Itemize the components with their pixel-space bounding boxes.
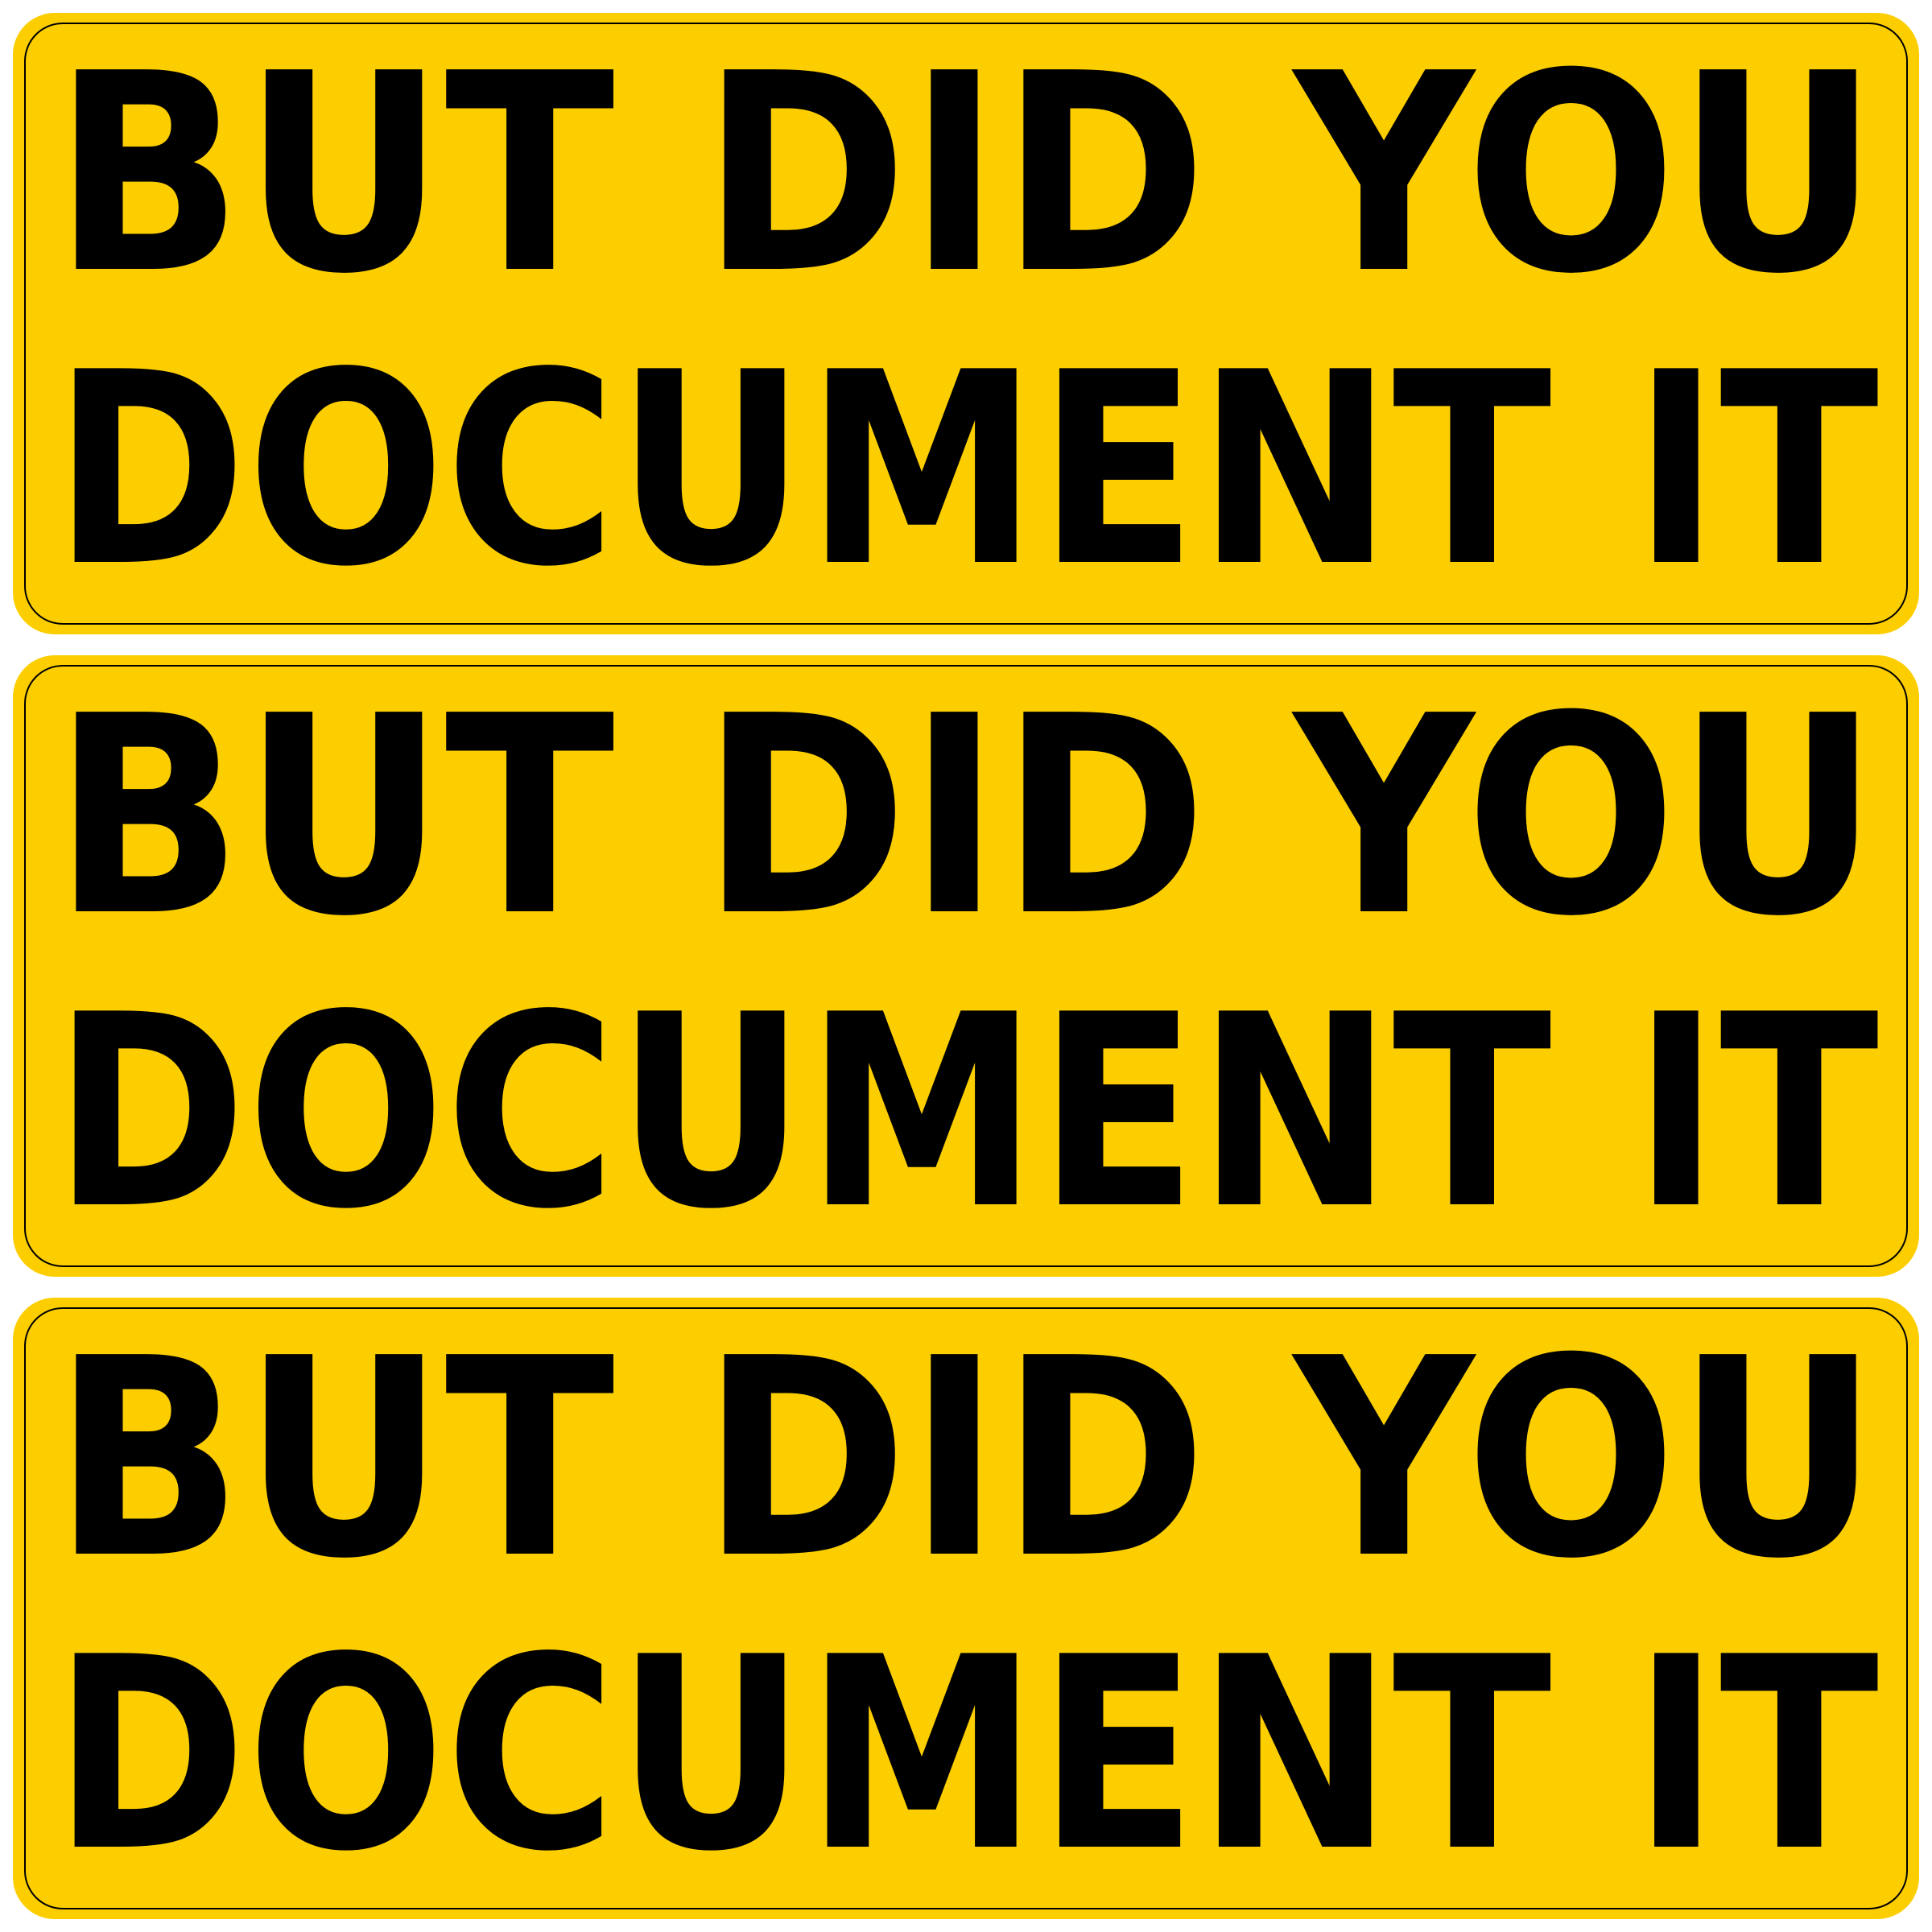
sign-1-line-1: BUT DID YOU bbox=[53, 15, 1879, 334]
sign-1-line-1-text: BUT DID YOU bbox=[53, 15, 1879, 334]
sign-1-line-2-text: DOCUMENT IT bbox=[53, 316, 1880, 625]
sign-3-line-2: DOCUMENT IT bbox=[53, 1600, 1880, 1909]
sign-2: BUT DID YOU DOCUMENT IT bbox=[13, 655, 1919, 1277]
sign-1: BUT DID YOU DOCUMENT IT bbox=[13, 13, 1919, 634]
sign-2-line-1-text: BUT DID YOU bbox=[53, 658, 1879, 976]
sign-2-line-2: DOCUMENT IT bbox=[53, 958, 1880, 1267]
sign-2-line-2-text: DOCUMENT IT bbox=[53, 958, 1880, 1267]
sign-3-line-2-text: DOCUMENT IT bbox=[53, 1600, 1880, 1909]
sign-2-line-1: BUT DID YOU bbox=[53, 658, 1879, 976]
sign-3-line-1: BUT DID YOU bbox=[53, 1300, 1879, 1619]
sign-1-line-2: DOCUMENT IT bbox=[53, 316, 1880, 625]
sign-3: BUT DID YOU DOCUMENT IT bbox=[13, 1298, 1919, 1919]
sign-3-line-1-text: BUT DID YOU bbox=[53, 1300, 1879, 1619]
